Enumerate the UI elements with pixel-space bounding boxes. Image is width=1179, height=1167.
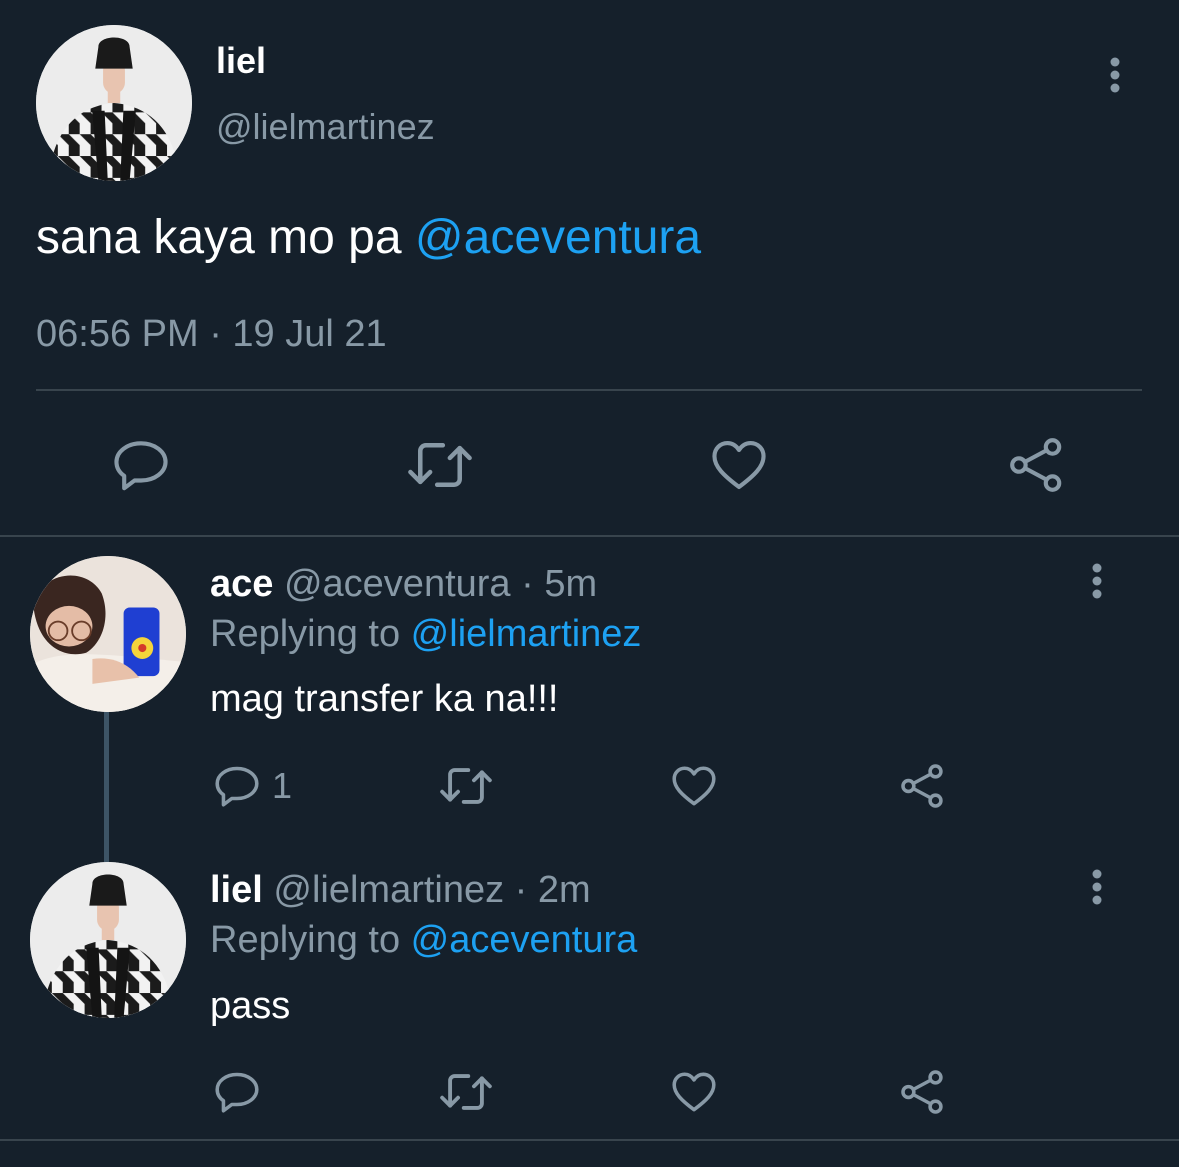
reply-handle[interactable]: @lielmartinez xyxy=(273,869,504,911)
reply-icon[interactable] xyxy=(110,434,172,496)
replying-to-mention[interactable]: @lielmartinez xyxy=(411,613,642,655)
reply-time[interactable]: · 2m xyxy=(504,869,591,911)
reply-display-name[interactable]: liel xyxy=(210,869,263,911)
heart-icon[interactable] xyxy=(708,434,770,496)
tweet-text-body: sana kaya mo pa xyxy=(36,211,415,264)
reply-handle[interactable]: @aceventura xyxy=(284,563,511,605)
retweet-icon[interactable] xyxy=(438,761,494,811)
avatar-liel-reply[interactable] xyxy=(30,862,186,1018)
divider xyxy=(0,535,1179,537)
reply-icon[interactable] xyxy=(212,761,262,811)
share-icon[interactable] xyxy=(898,761,948,811)
reply-count: 1 xyxy=(272,765,293,806)
reply-header: ace @aceventura · 5m xyxy=(210,562,597,606)
reply-header: liel @lielmartinez · 2m xyxy=(210,868,591,912)
replying-to-label: Replying to xyxy=(210,613,411,655)
share-icon[interactable] xyxy=(898,1067,948,1117)
thread-line xyxy=(104,712,109,862)
reply-display-name[interactable]: ace xyxy=(210,563,273,605)
avatar-ace[interactable] xyxy=(30,556,186,712)
divider xyxy=(36,389,1142,391)
tweet-timestamp[interactable]: 06:56 PM · 19 Jul 21 xyxy=(36,312,387,356)
reply-text: mag transfer ka na!!! xyxy=(210,678,559,720)
retweet-icon[interactable] xyxy=(438,1067,494,1117)
heart-icon[interactable] xyxy=(668,761,720,811)
display-name[interactable]: liel xyxy=(216,40,266,82)
heart-icon[interactable] xyxy=(668,1067,720,1117)
more-vertical-icon[interactable] xyxy=(1100,56,1130,96)
reply-icon[interactable] xyxy=(212,1067,262,1117)
share-icon[interactable] xyxy=(1006,434,1068,496)
replying-to-label: Replying to xyxy=(210,919,411,961)
retweet-icon[interactable] xyxy=(406,434,474,496)
handle[interactable]: @lielmartinez xyxy=(216,106,435,148)
more-vertical-icon[interactable] xyxy=(1083,562,1111,602)
replying-to: Replying to @lielmartinez xyxy=(210,612,641,656)
reply-text: pass xyxy=(210,985,291,1027)
replying-to-mention[interactable]: @aceventura xyxy=(411,919,638,961)
divider xyxy=(0,1139,1179,1141)
avatar-liel-main[interactable] xyxy=(36,25,192,181)
replying-to: Replying to @aceventura xyxy=(210,918,637,962)
more-vertical-icon[interactable] xyxy=(1083,868,1111,908)
reply-time[interactable]: · 5m xyxy=(511,563,597,605)
mention-link[interactable]: @aceventura xyxy=(415,211,701,264)
tweet-text: sana kaya mo pa @aceventura xyxy=(36,210,701,266)
